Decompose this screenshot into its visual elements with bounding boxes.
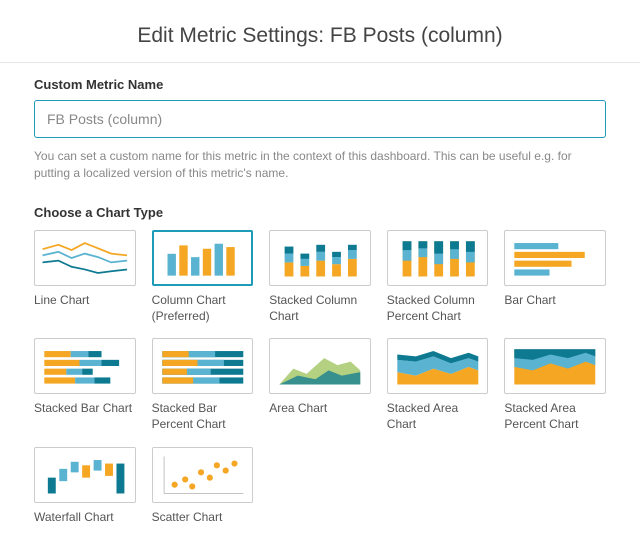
chart-option-label: Stacked Area Chart	[387, 400, 489, 432]
chart-option-label: Bar Chart	[504, 292, 606, 308]
custom-name-help: You can set a custom name for this metri…	[34, 148, 606, 183]
chart-option-stacked-area-percent[interactable]: Stacked Area Percent Chart	[504, 338, 606, 432]
chart-option-label: Stacked Column Chart	[269, 292, 371, 324]
chart-option-scatter[interactable]: Scatter Chart	[152, 447, 254, 525]
chart-option-line[interactable]: Line Chart	[34, 230, 136, 324]
stacked-area-percent-chart-icon	[504, 338, 606, 394]
column-chart-icon	[152, 230, 254, 286]
scatter-chart-icon	[152, 447, 254, 503]
stacked-area-chart-icon	[387, 338, 489, 394]
line-chart-icon	[34, 230, 136, 286]
chart-type-section: Choose a Chart Type Line Chart	[34, 205, 606, 525]
chart-option-waterfall[interactable]: Waterfall Chart	[34, 447, 136, 525]
chart-option-stacked-bar-percent[interactable]: Stacked Bar Percent Chart	[152, 338, 254, 432]
chart-option-label: Stacked Column Percent Chart	[387, 292, 489, 324]
chart-option-label: Area Chart	[269, 400, 371, 416]
stacked-column-percent-chart-icon	[387, 230, 489, 286]
chart-option-stacked-column[interactable]: Stacked Column Chart	[269, 230, 371, 324]
dialog-title: Edit Metric Settings: FB Posts (column)	[0, 24, 640, 48]
stacked-column-chart-icon	[269, 230, 371, 286]
dialog-body: Custom Metric Name You can set a custom …	[0, 63, 640, 545]
chart-type-label: Choose a Chart Type	[34, 205, 606, 220]
waterfall-chart-icon	[34, 447, 136, 503]
chart-type-grid: Line Chart Column Chart (Preferred)	[34, 230, 606, 525]
chart-option-area[interactable]: Area Chart	[269, 338, 371, 432]
chart-option-label: Stacked Bar Percent Chart	[152, 400, 254, 432]
area-chart-icon	[269, 338, 371, 394]
custom-name-input[interactable]	[34, 100, 606, 138]
chart-option-label: Column Chart (Preferred)	[152, 292, 254, 324]
custom-name-label: Custom Metric Name	[34, 77, 606, 92]
chart-option-label: Stacked Area Percent Chart	[504, 400, 606, 432]
chart-option-label: Scatter Chart	[152, 509, 254, 525]
bar-chart-icon	[504, 230, 606, 286]
chart-option-label: Line Chart	[34, 292, 136, 308]
stacked-bar-chart-icon	[34, 338, 136, 394]
chart-option-stacked-area[interactable]: Stacked Area Chart	[387, 338, 489, 432]
stacked-bar-percent-chart-icon	[152, 338, 254, 394]
chart-option-column[interactable]: Column Chart (Preferred)	[152, 230, 254, 324]
dialog-header: Edit Metric Settings: FB Posts (column)	[0, 0, 640, 63]
chart-option-label: Waterfall Chart	[34, 509, 136, 525]
chart-option-bar[interactable]: Bar Chart	[504, 230, 606, 324]
chart-option-label: Stacked Bar Chart	[34, 400, 136, 416]
custom-name-section: Custom Metric Name You can set a custom …	[34, 77, 606, 183]
chart-option-stacked-bar[interactable]: Stacked Bar Chart	[34, 338, 136, 432]
chart-option-stacked-column-percent[interactable]: Stacked Column Percent Chart	[387, 230, 489, 324]
